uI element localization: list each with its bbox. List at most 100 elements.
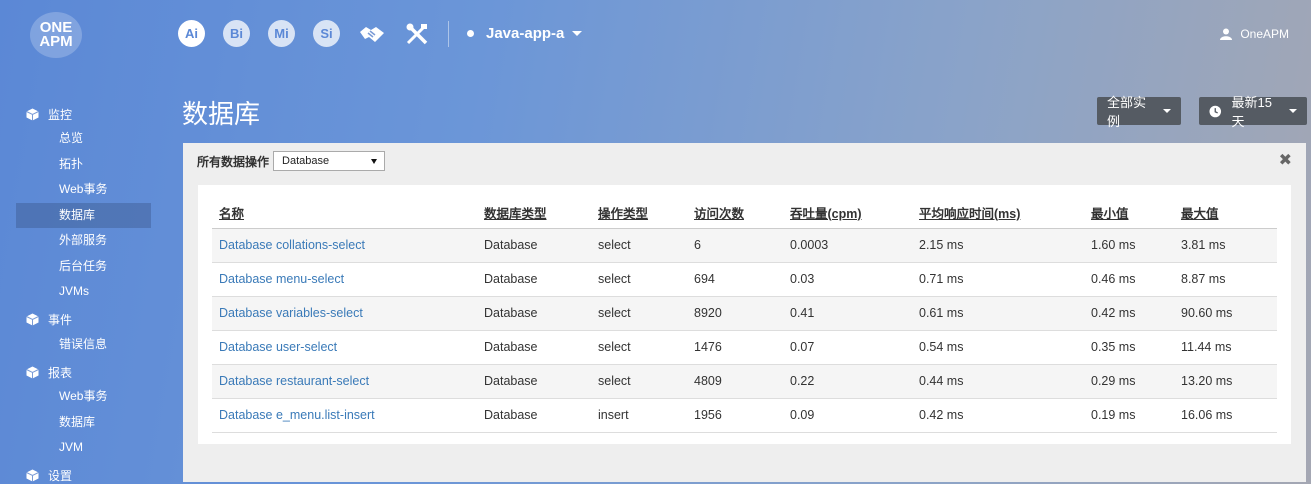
sidebar-item-errors[interactable]: 错误信息	[16, 332, 151, 358]
handshake-icon[interactable]	[358, 20, 385, 47]
user-menu[interactable]: OneAPM	[1220, 27, 1289, 41]
app-selector[interactable]: Java-app-a	[467, 25, 583, 42]
cube-icon	[26, 366, 39, 379]
time-range-button[interactable]: 最新15天	[1199, 95, 1307, 129]
row-db-type: Database	[477, 296, 591, 331]
row-name-link[interactable]: Database restaurant-select	[212, 364, 477, 399]
row-throughput: 0.03	[783, 262, 912, 297]
table-row: Database variables-select Database selec…	[212, 296, 1277, 331]
row-throughput: 0.41	[783, 296, 912, 331]
product-bi-icon[interactable]: Bi	[223, 20, 250, 47]
sidebar-section-label: 监控	[48, 107, 73, 122]
database-table: 名称 数据库类型 操作类型 访问次数 吞吐量(cpm) 平均响应时间(ms) 最…	[212, 197, 1277, 433]
table-header-row: 名称 数据库类型 操作类型 访问次数 吞吐量(cpm) 平均响应时间(ms) 最…	[212, 197, 1277, 229]
page-title: 数据库	[182, 99, 261, 129]
select-value: Database	[282, 155, 330, 167]
operation-type-select[interactable]: Database	[273, 151, 386, 171]
row-max: 13.20 ms	[1174, 364, 1277, 399]
table-row: Database collations-select Database sele…	[212, 228, 1277, 263]
row-min: 0.19 ms	[1084, 398, 1174, 433]
instances-dropdown-button[interactable]: 全部实例	[1097, 95, 1181, 129]
row-op-type: select	[591, 228, 687, 263]
table-row: Database restaurant-select Database sele…	[212, 364, 1277, 399]
sidebar-section-events[interactable]: 事件	[16, 308, 151, 332]
app-name: Java-app-a	[486, 25, 565, 42]
row-avg-response: 2.15 ms	[912, 228, 1084, 263]
row-throughput: 0.0003	[783, 228, 912, 263]
chevron-down-icon	[1163, 109, 1171, 113]
database-panel: 所有数据操作 Database ✖ 名称 数据库类型 操作类型 访问次数 吞吐量…	[183, 143, 1306, 482]
product-ai-icon[interactable]: Ai	[178, 20, 205, 47]
sidebar-item-report-database[interactable]: 数据库	[16, 410, 151, 436]
sidebar-item-overview[interactable]: 总览	[16, 126, 151, 152]
product-switcher: Ai Bi Mi Si Java-app-a	[178, 20, 583, 47]
row-min: 0.35 ms	[1084, 330, 1174, 365]
chevron-down-icon	[1289, 109, 1297, 113]
row-avg-response: 0.42 ms	[912, 398, 1084, 433]
oneapm-logo[interactable]: ONE APM	[30, 12, 82, 58]
product-mi-icon[interactable]: Mi	[268, 20, 295, 47]
col-header-db-type[interactable]: 数据库类型	[477, 197, 591, 229]
table-row: Database e_menu.list-insert Database ins…	[212, 398, 1277, 433]
sidebar-item-topology[interactable]: 拓扑	[16, 152, 151, 178]
row-op-type: insert	[591, 398, 687, 433]
sidebar-item-external-services[interactable]: 外部服务	[16, 228, 151, 254]
sidebar-item-report-web[interactable]: Web事务	[16, 384, 151, 410]
row-calls: 8920	[687, 296, 783, 331]
close-icon[interactable]: ✖	[1279, 150, 1292, 170]
app-status-dot	[467, 30, 474, 37]
row-min: 1.60 ms	[1084, 228, 1174, 263]
filter-label: 所有数据操作	[197, 154, 270, 169]
row-avg-response: 0.54 ms	[912, 330, 1084, 365]
col-header-throughput[interactable]: 吞吐量(cpm)	[783, 197, 912, 229]
row-db-type: Database	[477, 398, 591, 433]
header-divider	[448, 20, 449, 47]
instances-label: 全部实例	[1107, 95, 1147, 129]
product-si-icon[interactable]: Si	[313, 20, 340, 47]
cube-icon	[26, 469, 39, 482]
row-op-type: select	[591, 364, 687, 399]
row-db-type: Database	[477, 330, 591, 365]
sidebar-section-label: 报表	[48, 365, 73, 380]
col-header-op-type[interactable]: 操作类型	[591, 197, 687, 229]
row-avg-response: 0.71 ms	[912, 262, 1084, 297]
filter-bar: 所有数据操作 Database	[197, 151, 386, 171]
table-row: Database user-select Database select 147…	[212, 330, 1277, 365]
row-max: 11.44 ms	[1174, 330, 1277, 365]
tools-icon[interactable]	[403, 20, 430, 47]
row-name-link[interactable]: Database e_menu.list-insert	[212, 398, 477, 433]
sidebar: 监控 总览 拓扑 Web事务 数据库 外部服务 后台任务 JVMs 事件 错误信…	[16, 102, 151, 484]
row-max: 16.06 ms	[1174, 398, 1277, 433]
row-name-link[interactable]: Database collations-select	[212, 228, 477, 263]
sidebar-section-monitor[interactable]: 监控	[16, 102, 151, 126]
row-db-type: Database	[477, 262, 591, 297]
col-header-max[interactable]: 最大值	[1174, 197, 1277, 229]
sidebar-item-web-transactions[interactable]: Web事务	[16, 177, 151, 203]
sidebar-section-label: 设置	[48, 469, 73, 483]
sidebar-item-report-jvm[interactable]: JVM	[16, 435, 151, 461]
row-max: 90.60 ms	[1174, 296, 1277, 331]
sidebar-item-background-tasks[interactable]: 后台任务	[16, 254, 151, 280]
row-name-link[interactable]: Database variables-select	[212, 296, 477, 331]
sidebar-section-reports[interactable]: 报表	[16, 360, 151, 384]
col-header-avg-response[interactable]: 平均响应时间(ms)	[912, 197, 1084, 229]
col-header-min[interactable]: 最小值	[1084, 197, 1174, 229]
row-calls: 4809	[687, 364, 783, 399]
row-min: 0.29 ms	[1084, 364, 1174, 399]
sidebar-item-jvms[interactable]: JVMs	[16, 279, 151, 305]
sidebar-section-settings[interactable]: 设置	[16, 464, 151, 484]
row-calls: 1476	[687, 330, 783, 365]
col-header-name[interactable]: 名称	[212, 197, 477, 229]
row-calls: 6	[687, 228, 783, 263]
row-avg-response: 0.44 ms	[912, 364, 1084, 399]
col-header-calls[interactable]: 访问次数	[687, 197, 783, 229]
sidebar-item-database[interactable]: 数据库	[16, 202, 151, 228]
row-throughput: 0.09	[783, 398, 912, 433]
chevron-down-icon	[371, 158, 378, 164]
row-name-link[interactable]: Database user-select	[212, 330, 477, 365]
row-min: 0.46 ms	[1084, 262, 1174, 297]
row-calls: 1956	[687, 398, 783, 433]
clock-icon	[1209, 105, 1222, 117]
row-op-type: select	[591, 296, 687, 331]
row-name-link[interactable]: Database menu-select	[212, 262, 477, 297]
